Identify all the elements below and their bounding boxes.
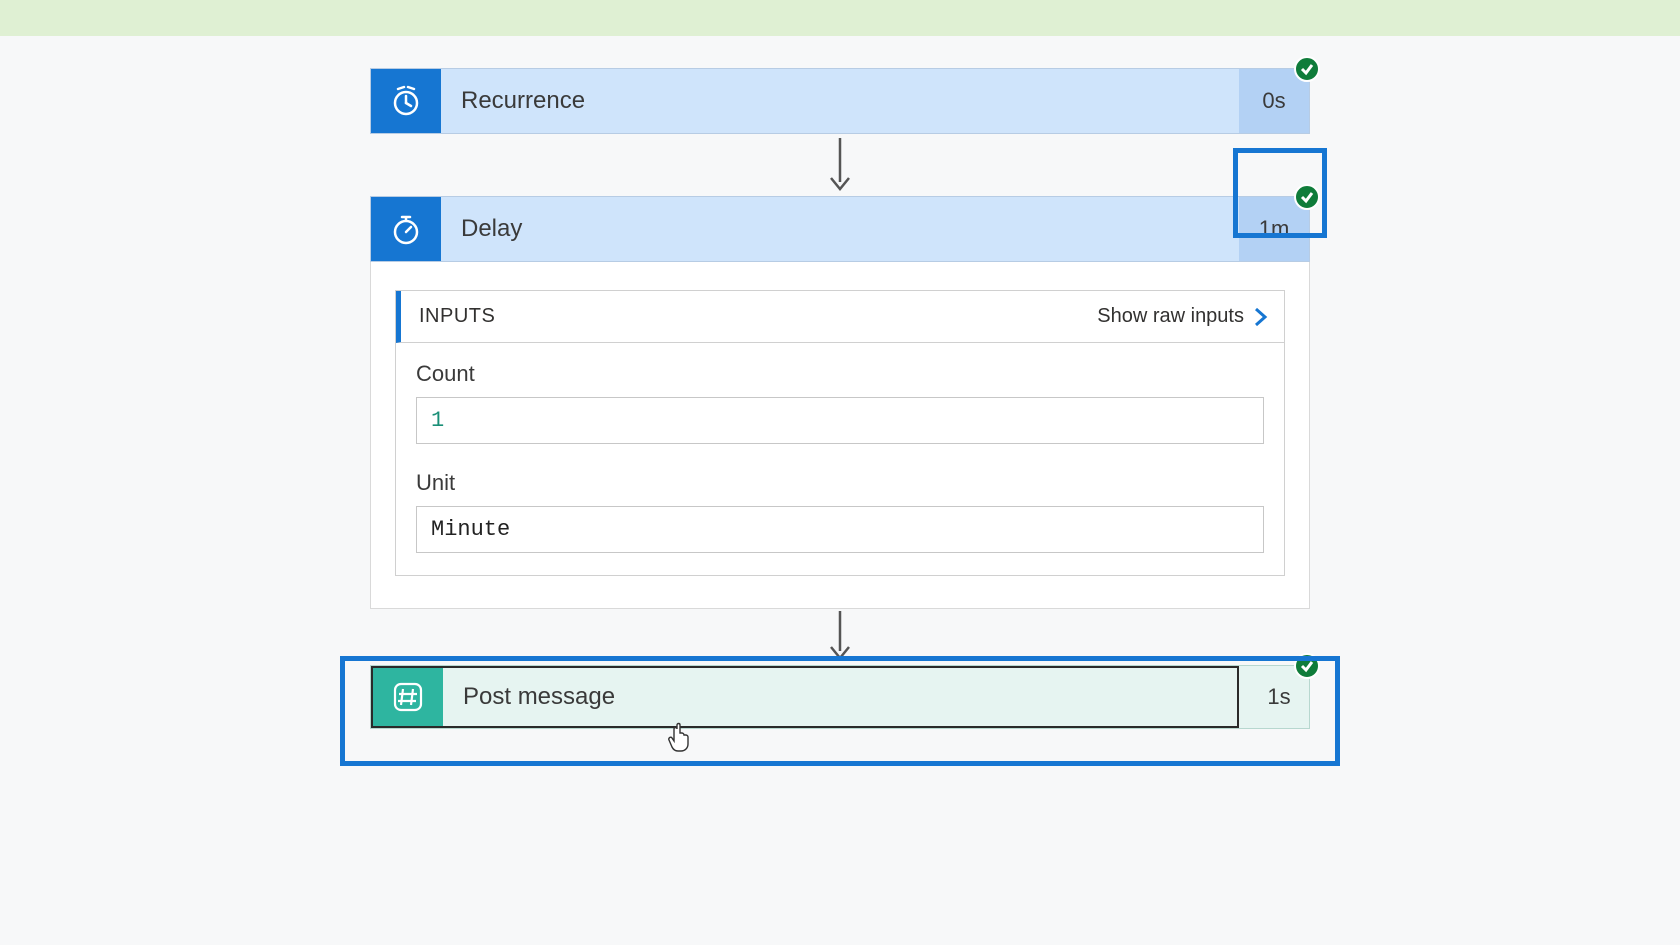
field-count: Count 1: [396, 343, 1284, 452]
recurrence-title: Recurrence: [441, 69, 1239, 133]
field-unit: Unit Minute: [396, 452, 1284, 575]
delay-body: INPUTS Show raw inputs Count 1: [370, 262, 1310, 609]
connector-arrow: [370, 609, 1310, 665]
flow-column: Recurrence 0s: [370, 68, 1310, 729]
field-unit-value: Minute: [416, 506, 1264, 553]
field-unit-label: Unit: [416, 470, 1264, 496]
notification-band: [0, 0, 1680, 36]
delay-title: Delay: [441, 197, 1239, 261]
field-count-label: Count: [416, 361, 1264, 387]
show-raw-inputs-label: Show raw inputs: [1097, 305, 1244, 328]
success-badge-icon: [1294, 56, 1320, 82]
step-post-message: Post message 1s: [370, 665, 1310, 729]
inputs-panel: INPUTS Show raw inputs Count 1: [395, 290, 1285, 576]
field-count-value: 1: [416, 397, 1264, 444]
post-message-main[interactable]: Post message: [371, 666, 1239, 728]
chevron-right-icon: [1254, 306, 1268, 328]
step-recurrence: Recurrence 0s: [370, 68, 1310, 134]
success-badge-icon: [1294, 184, 1320, 210]
clock-icon: [371, 69, 441, 133]
inputs-header: INPUTS Show raw inputs: [396, 291, 1284, 343]
post-message-title: Post message: [443, 668, 1237, 726]
flow-canvas: Recurrence 0s: [0, 36, 1680, 945]
show-raw-inputs-link[interactable]: Show raw inputs: [1097, 305, 1268, 328]
delay-header[interactable]: Delay 1m: [370, 196, 1310, 262]
stopwatch-icon: [371, 197, 441, 261]
hash-icon: [373, 668, 443, 726]
step-delay: Delay 1m INPUTS Show raw inputs: [370, 196, 1310, 609]
success-badge-icon: [1294, 653, 1320, 679]
recurrence-header[interactable]: Recurrence 0s: [370, 68, 1310, 134]
post-message-header[interactable]: Post message 1s: [370, 665, 1310, 729]
inputs-label: INPUTS: [419, 305, 495, 328]
connector-arrow: [370, 134, 1310, 196]
